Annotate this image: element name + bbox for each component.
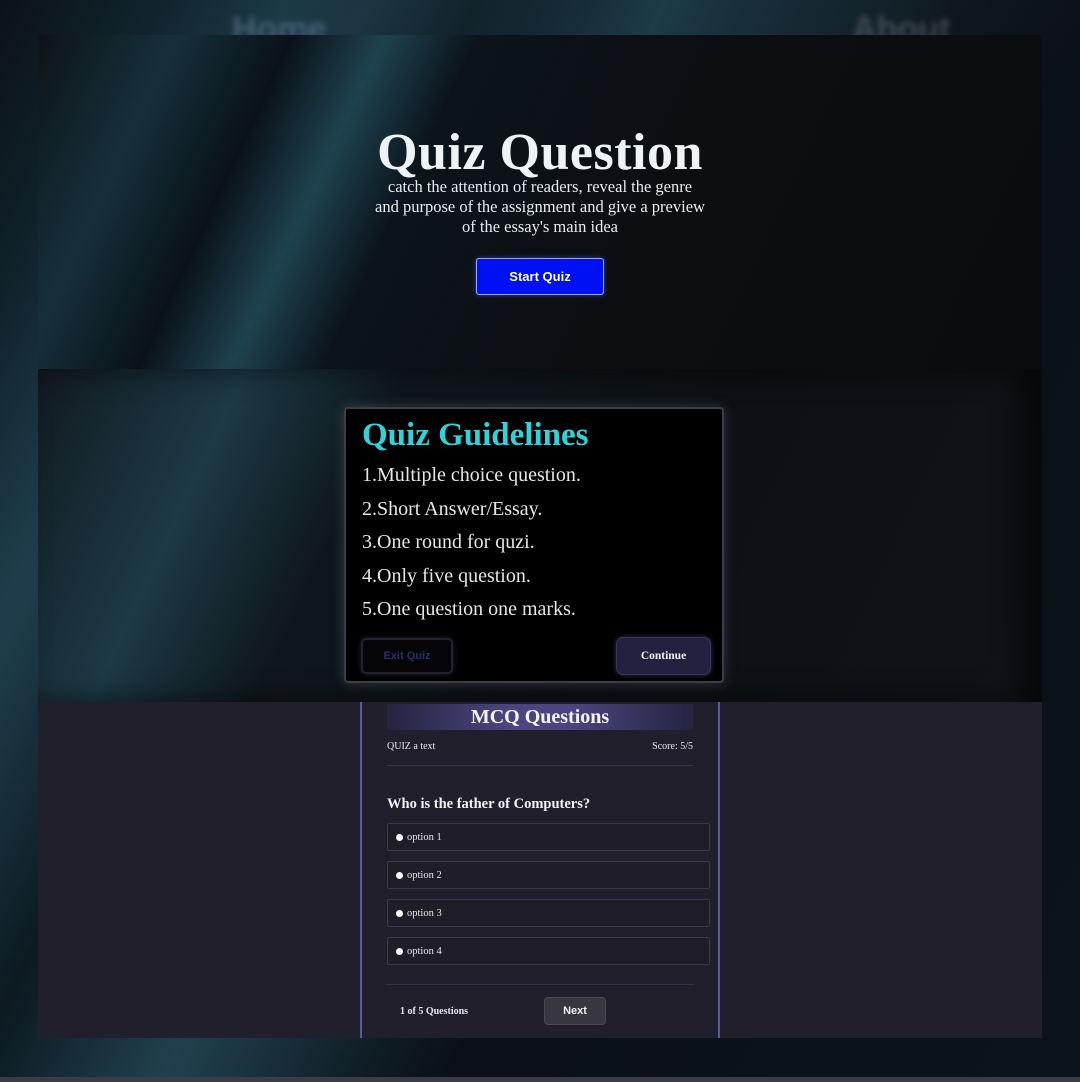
bottom-bar: [0, 1077, 1080, 1082]
guidelines-section: Quiz Guidelines 1.Multiple choice questi…: [38, 369, 1042, 702]
guideline-item: 1.Multiple choice question.: [362, 464, 581, 486]
radio-dot-icon: [396, 833, 403, 841]
guideline-item: 3.One round for quzi.: [362, 531, 535, 554]
radio-dot-icon: [396, 909, 403, 917]
divider: [387, 765, 693, 766]
question-text: Who is the father of Computers?: [387, 796, 591, 812]
quiz-label: QUIZ a text: [387, 741, 436, 752]
mcq-panel: MCQ Questions QUIZ a text Score: 5/5 Who…: [360, 702, 720, 1038]
guideline-item: 5.One question one marks.: [362, 598, 576, 621]
hero-description: catch the attention of readers, reveal t…: [375, 177, 705, 236]
exit-quiz-button[interactable]: Exit Quiz: [361, 638, 453, 674]
divider: [387, 984, 693, 985]
next-button[interactable]: Next: [544, 997, 606, 1025]
radio-dot-icon: [396, 947, 403, 955]
option-label: option 4: [407, 945, 442, 957]
option-item-3[interactable]: option 3: [387, 899, 710, 927]
option-item-2[interactable]: option 2: [387, 861, 710, 889]
option-label: option 1: [407, 831, 442, 843]
option-item-1[interactable]: option 1: [387, 823, 710, 851]
hero-section: Quiz Question catch the attention of rea…: [38, 35, 1042, 369]
option-item-4[interactable]: option 4: [387, 937, 710, 965]
guidelines-list: 1.Multiple choice question. 2.Short Answ…: [362, 461, 581, 629]
mcq-section: MCQ Questions QUIZ a text Score: 5/5 Who…: [38, 702, 1042, 1038]
option-label: option 2: [407, 869, 442, 881]
continue-button[interactable]: Continue: [616, 637, 711, 675]
hero-title: Quiz Question: [377, 124, 703, 181]
guidelines-title: Quiz Guidelines: [362, 417, 589, 453]
guideline-item: 2.Short Answer/Essay.: [362, 497, 543, 520]
score-label: Score: 5/5: [652, 741, 693, 752]
guideline-item: 4.Only five question.: [362, 564, 531, 587]
guidelines-card: Quiz Guidelines 1.Multiple choice questi…: [344, 407, 724, 683]
mcq-header: MCQ Questions: [387, 704, 693, 730]
start-quiz-button[interactable]: Start Quiz: [476, 258, 604, 295]
option-label: option 3: [407, 907, 442, 919]
question-progress: 1 of 5 Questions: [400, 1006, 469, 1017]
radio-dot-icon: [396, 871, 403, 879]
